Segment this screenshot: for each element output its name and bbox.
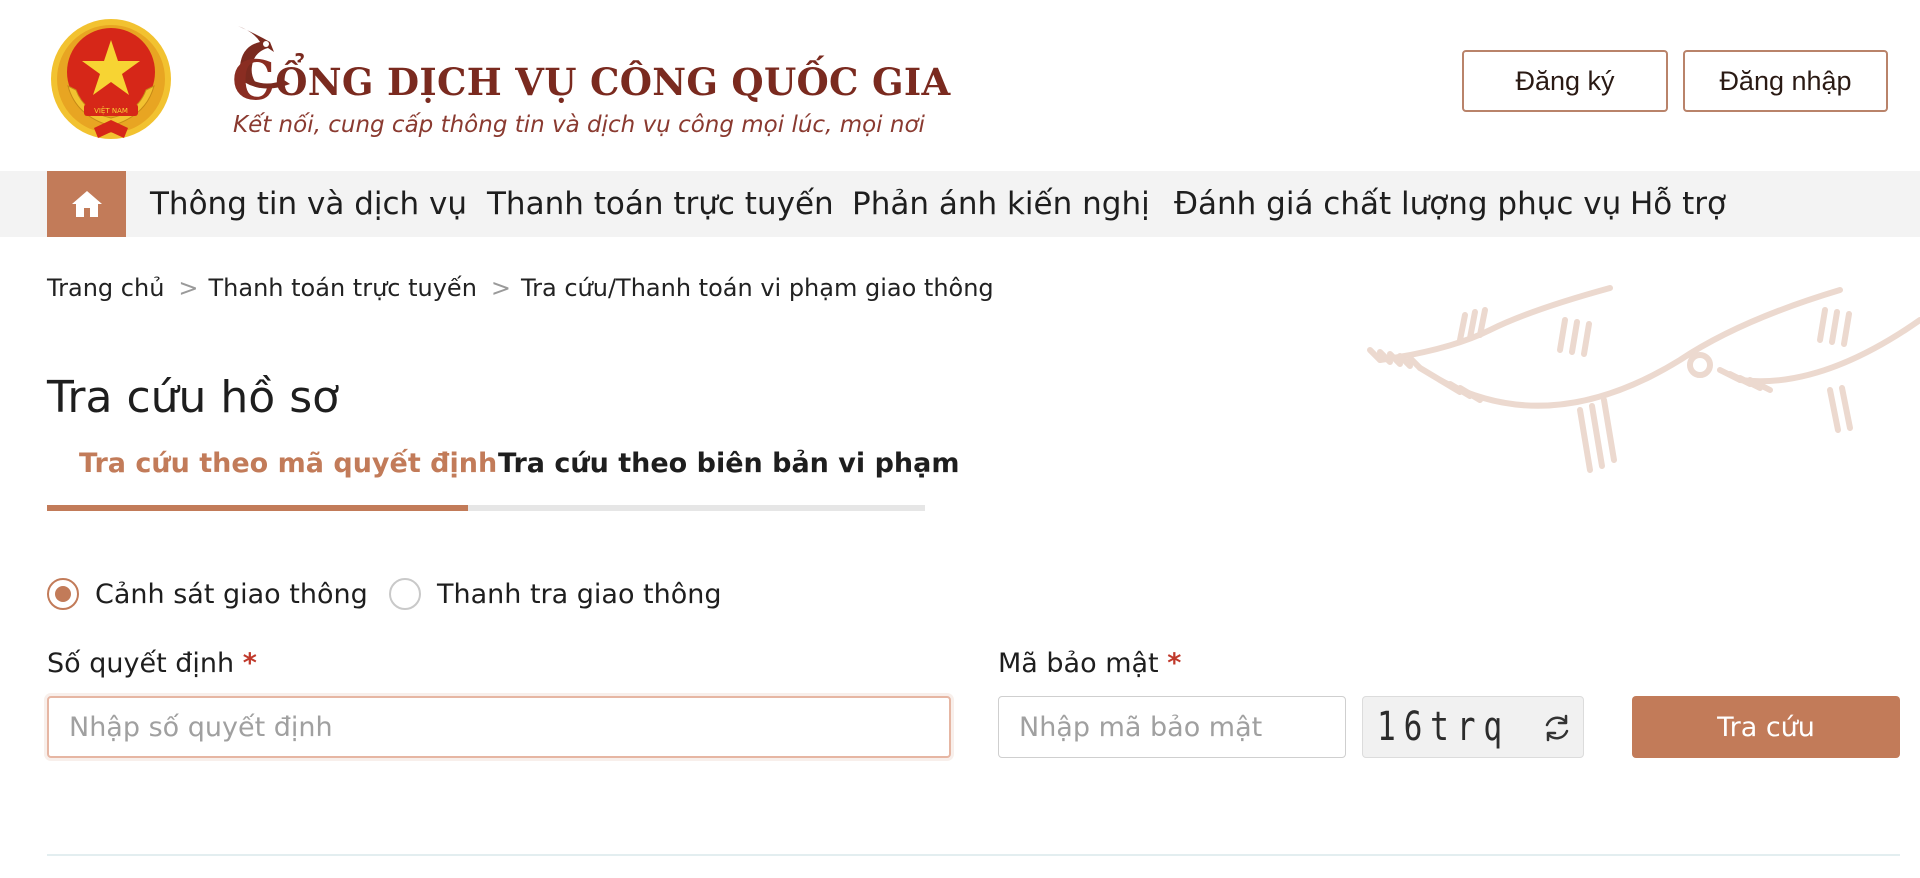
radio-button-checked[interactable] bbox=[47, 578, 79, 610]
nav-item-support[interactable]: Hỗ trợ bbox=[1630, 171, 1726, 237]
login-button[interactable]: Đăng nhập bbox=[1683, 50, 1888, 112]
site-title-initial: C bbox=[232, 48, 276, 112]
decision-number-label: Số quyết định * bbox=[47, 648, 257, 679]
breadcrumb-separator: > bbox=[178, 274, 199, 302]
captcha-box: 16trq bbox=[1362, 696, 1584, 758]
tab-decision-number[interactable]: Tra cứu theo mã quyết định bbox=[79, 448, 497, 479]
security-code-input[interactable] bbox=[998, 696, 1346, 758]
radio-label: Cảnh sát giao thông bbox=[95, 578, 368, 610]
breadcrumb: Trang chủ > Thanh toán trực tuyến > Tra … bbox=[47, 274, 994, 302]
site-tagline: Kết nối, cung cấp thông tin và dịch vụ c… bbox=[233, 112, 925, 138]
page-title: Tra cứu hồ sơ bbox=[47, 372, 340, 423]
section-divider bbox=[47, 854, 1900, 856]
breadcrumb-separator: > bbox=[490, 274, 512, 302]
nav-item-feedback[interactable]: Phản ánh kiến nghị bbox=[852, 171, 1150, 237]
nav-item-online-payment[interactable]: Thanh toán trực tuyến bbox=[487, 171, 834, 237]
breadcrumb-online-payment-link[interactable]: Thanh toán trực tuyến bbox=[209, 274, 477, 302]
radio-button-unchecked[interactable] bbox=[389, 578, 421, 610]
site-title-rest: ỔNG DỊCH VỤ CÔNG QUỐC GIA bbox=[275, 60, 951, 104]
breadcrumb-home-link[interactable]: Trang chủ bbox=[47, 274, 164, 302]
field-label-text: Mã bảo mật bbox=[998, 648, 1159, 679]
register-button[interactable]: Đăng ký bbox=[1462, 50, 1668, 112]
decision-number-input[interactable] bbox=[47, 696, 951, 758]
decorative-birds-icon bbox=[1367, 285, 1920, 473]
required-mark: * bbox=[242, 648, 257, 679]
refresh-captcha-button[interactable] bbox=[1541, 712, 1573, 744]
field-label-text: Số quyết định bbox=[47, 648, 235, 679]
radio-traffic-police[interactable]: Cảnh sát giao thông bbox=[47, 578, 368, 610]
active-tab-indicator bbox=[47, 505, 468, 511]
home-icon bbox=[71, 191, 102, 217]
emblem-label: VIỆT NAM bbox=[94, 106, 128, 115]
main-nav: Thông tin và dịch vụ Thanh toán trực tuy… bbox=[0, 171, 1920, 237]
radio-traffic-inspection[interactable]: Thanh tra giao thông bbox=[389, 578, 722, 610]
radio-label: Thanh tra giao thông bbox=[437, 578, 722, 610]
site-title: CỔNG DỊCH VỤ CÔNG QUỐC GIA bbox=[232, 48, 951, 112]
security-code-label: Mã bảo mật * bbox=[998, 648, 1181, 679]
nav-item-service-rating[interactable]: Đánh giá chất lượng phục vụ bbox=[1174, 171, 1621, 237]
nav-home-button[interactable] bbox=[47, 171, 126, 237]
site-header: VIỆT NAM CỔNG DỊCH VỤ CÔNG QUỐC GIA Kết … bbox=[0, 0, 1920, 170]
required-mark: * bbox=[1167, 648, 1182, 679]
refresh-icon bbox=[1545, 714, 1569, 742]
nav-item-information-services[interactable]: Thông tin và dịch vụ bbox=[150, 171, 467, 237]
search-button[interactable]: Tra cứu bbox=[1632, 696, 1900, 758]
tab-violation-record[interactable]: Tra cứu theo biên bản vi phạm bbox=[498, 448, 959, 479]
captcha-image-text: 16trq bbox=[1377, 704, 1510, 750]
national-emblem-icon: VIỆT NAM bbox=[51, 19, 171, 139]
breadcrumb-current-page: Tra cứu/Thanh toán vi phạm giao thông bbox=[521, 274, 994, 302]
